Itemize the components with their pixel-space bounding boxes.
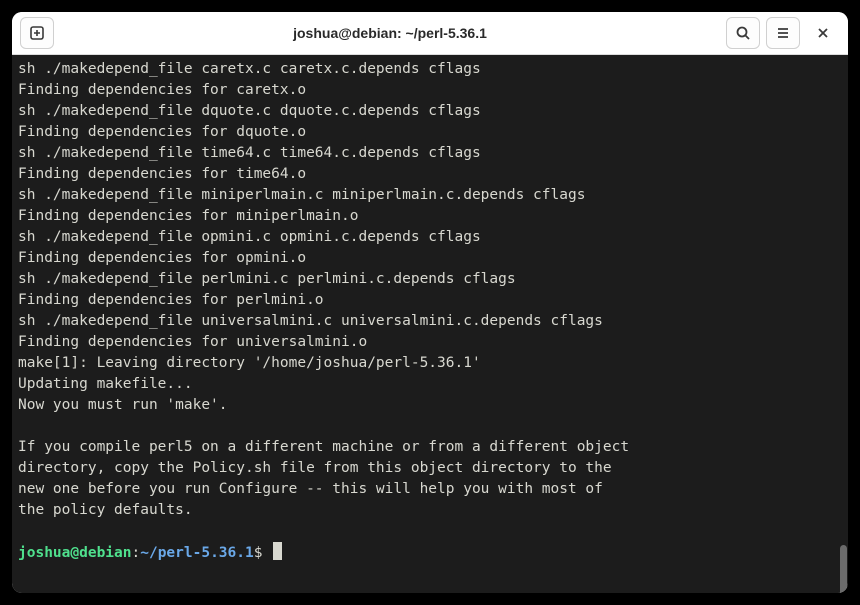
scrollbar-thumb[interactable] <box>840 545 847 593</box>
new-tab-button[interactable] <box>20 17 54 49</box>
search-icon <box>735 25 751 41</box>
prompt-user-host: joshua@debian <box>18 545 132 561</box>
titlebar: joshua@debian: ~/perl-5.36.1 <box>12 12 848 55</box>
plus-box-icon <box>29 25 45 41</box>
prompt-line: joshua@debian:~/perl-5.36.1$ <box>18 545 282 561</box>
menu-button[interactable] <box>766 17 800 49</box>
close-button[interactable] <box>806 17 840 49</box>
terminal-viewport[interactable]: sh ./makedepend_file caretx.c caretx.c.d… <box>12 55 848 593</box>
window-title: joshua@debian: ~/perl-5.36.1 <box>60 25 720 41</box>
hamburger-icon <box>775 25 791 41</box>
terminal-cursor <box>273 542 282 560</box>
search-button[interactable] <box>726 17 760 49</box>
terminal-window: joshua@debian: ~/perl-5.36.1 <box>12 12 848 593</box>
prompt-separator: : <box>132 545 141 561</box>
terminal-output: sh ./makedepend_file caretx.c caretx.c.d… <box>18 61 629 518</box>
prompt-end: $ <box>254 545 271 561</box>
close-icon <box>816 26 830 40</box>
prompt-path: ~/perl-5.36.1 <box>140 545 254 561</box>
